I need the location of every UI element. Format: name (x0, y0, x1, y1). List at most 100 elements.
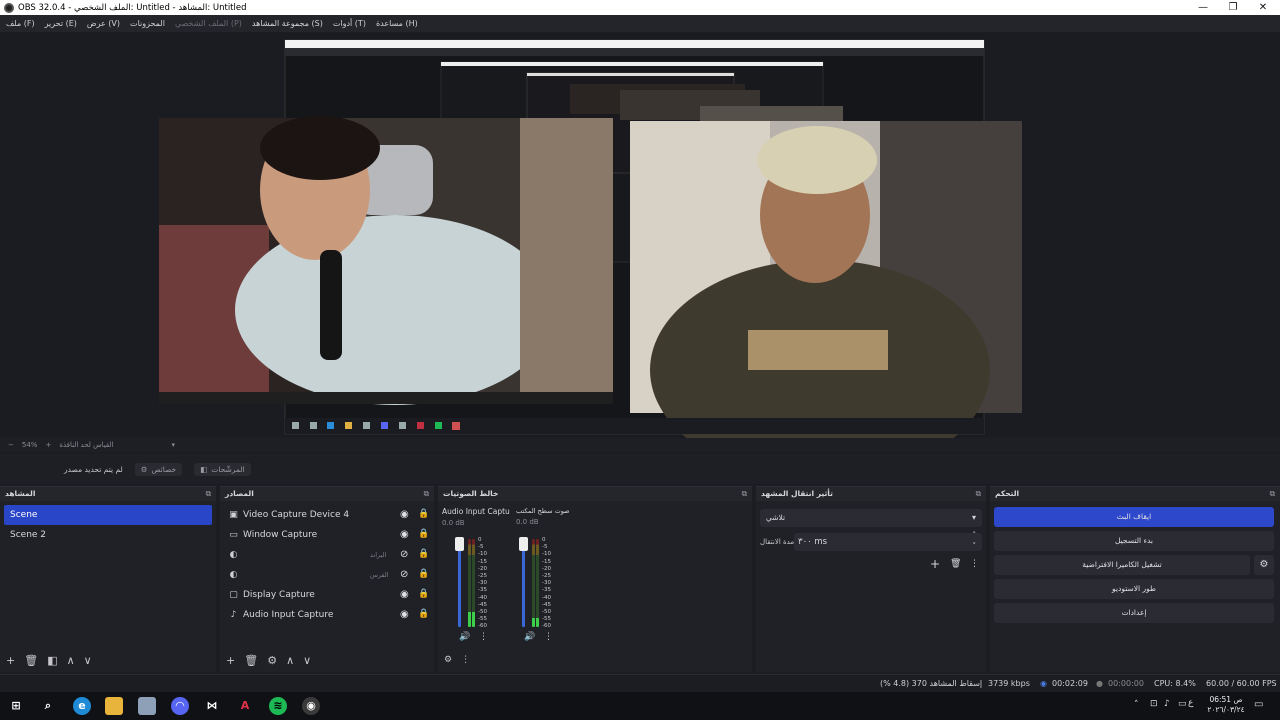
undock-icon[interactable]: ⧉ (1270, 487, 1275, 501)
add-source-icon[interactable]: + (226, 654, 235, 667)
lock-icon[interactable]: 🔒 (418, 529, 429, 539)
windows-start-icon[interactable]: ⊞ (7, 697, 25, 715)
preview-canvas (159, 39, 1022, 480)
properties-button[interactable]: ⚙ خصائص (134, 462, 183, 476)
filters-label: المرشّحات (211, 464, 245, 474)
move-up-icon[interactable]: ∧ (286, 654, 294, 667)
notifications-icon[interactable]: ▭ (1254, 699, 1263, 710)
channel-menu-icon[interactable]: ⋮ (479, 632, 488, 642)
source-properties-icon[interactable]: ⚙ (267, 654, 277, 667)
lock-icon[interactable]: 🔒 (418, 609, 429, 619)
mixer-menu-icon[interactable]: ⋮ (461, 655, 470, 665)
menu-scene-collection[interactable]: مجموعة المشاهد (S) (252, 19, 323, 28)
source-item[interactable]: ▢ Display Capture ◉ 🔒 (220, 585, 434, 605)
volume-slider[interactable] (458, 539, 461, 627)
transition-type-select[interactable]: تلاشي ▾ (760, 509, 982, 527)
eye-hidden-icon[interactable]: ⊘ (400, 549, 408, 560)
move-up-icon[interactable]: ∧ (67, 654, 75, 667)
menu-file[interactable]: ملف (F) (6, 19, 35, 28)
volume-slider[interactable] (522, 539, 525, 627)
stop-streaming-button[interactable]: ايقاف البث (994, 507, 1274, 527)
transition-menu-icon[interactable]: ⋮ (970, 559, 979, 569)
settings-button[interactable]: إعدادات (994, 603, 1274, 623)
start-virtual-camera-button[interactable]: تشغيل الكاميرا الافتراضية (994, 555, 1250, 575)
studio-mode-button[interactable]: طور الاستوديو (994, 579, 1274, 599)
tray-chevron-icon[interactable]: ˄ (1134, 700, 1139, 710)
eye-hidden-icon[interactable]: ⊘ (400, 569, 408, 580)
menu-edit[interactable]: تحرير (E) (45, 19, 77, 28)
zoom-dropdown-icon[interactable]: ▾ (172, 441, 176, 449)
network-icon[interactable]: ⊡ (1150, 699, 1158, 709)
menu-view[interactable]: عرض (V) (87, 19, 120, 28)
source-item[interactable]: ♪ Audio Input Capture ◉ 🔒 (220, 605, 434, 625)
maximize-button[interactable]: ❐ (1216, 0, 1250, 15)
lock-icon[interactable]: 🔒 (418, 549, 429, 559)
minimize-button[interactable]: — (1186, 0, 1220, 15)
menu-help[interactable]: مساعدة (H) (376, 19, 418, 28)
add-transition-icon[interactable]: + (930, 557, 940, 571)
bitrate: 3739 kbps (988, 679, 1030, 688)
source-item[interactable]: ◐ البراند ⊘ 🔒 (220, 545, 434, 565)
undock-icon[interactable]: ⧉ (742, 487, 747, 501)
menu-tools[interactable]: أدوات (T) (333, 19, 366, 28)
mute-speaker-icon[interactable]: 🔊 (459, 632, 470, 642)
lock-icon[interactable]: 🔒 (418, 589, 429, 599)
scene-filters-icon[interactable]: ◧ (47, 654, 57, 667)
browser-icon: ◐ (229, 569, 238, 580)
level-meter (536, 539, 539, 627)
move-down-icon[interactable]: ∨ (84, 654, 92, 667)
clock[interactable]: 06:51 ص ٢٠٢٦/٠٣/٢٤ (1206, 695, 1246, 715)
menu-profile[interactable]: الملف الشخصي (P) (175, 19, 242, 28)
battery-icon[interactable]: ▭ (1178, 699, 1187, 709)
channel-menu-icon[interactable]: ⋮ (544, 632, 553, 642)
language-indicator[interactable]: ع (1188, 698, 1193, 708)
undock-icon[interactable]: ⧉ (976, 487, 981, 501)
status-bar: إسقاط المشاهد 370 (4.8 %) 3739 kbps ◉ 00… (0, 674, 1280, 692)
source-item[interactable]: ◐ الفرس ⊘ 🔒 (220, 565, 434, 585)
volume-icon[interactable]: ♪ (1164, 699, 1170, 709)
virtual-camera-settings-icon[interactable]: ⚙ (1254, 555, 1274, 575)
undock-icon[interactable]: ⧉ (206, 487, 211, 501)
eye-icon[interactable]: ◉ (400, 509, 409, 520)
window-icon: ▭ (229, 529, 238, 540)
spotify-icon[interactable]: ≋ (269, 697, 287, 715)
volume-slider-handle[interactable] (519, 537, 528, 551)
source-item[interactable]: ▣ Video Capture Device 4 ◉ 🔒 (220, 505, 434, 525)
obs-taskbar-icon[interactable]: ◉ (302, 697, 320, 715)
add-scene-icon[interactable]: + (6, 654, 15, 667)
duration-spinbox[interactable]: ٣٠٠ ms ˄ ˅ (794, 530, 982, 552)
discord-icon[interactable]: ◠ (171, 697, 189, 715)
scene-item[interactable]: Scene 2 (4, 525, 212, 545)
spin-arrows-icon[interactable]: ˄ ˅ (973, 530, 977, 552)
app-icon[interactable] (138, 697, 156, 715)
mute-speaker-icon[interactable]: 🔊 (524, 632, 535, 642)
advanced-audio-icon[interactable]: ⚙ (444, 655, 452, 665)
move-down-icon[interactable]: ∨ (303, 654, 311, 667)
close-button[interactable]: ✕ (1246, 0, 1280, 15)
eye-icon[interactable]: ◉ (400, 609, 409, 620)
edge-browser-icon[interactable]: e (73, 697, 91, 715)
scene-item[interactable]: Scene (4, 505, 212, 525)
fit-to-window-button[interactable]: القياس لحد النافذة (59, 441, 113, 449)
zoom-out-button[interactable]: − (8, 441, 14, 449)
remove-source-icon[interactable]: 🗑 (244, 654, 258, 667)
volume-slider-handle[interactable] (455, 537, 464, 551)
search-icon[interactable]: ⌕ (39, 697, 57, 715)
app-a-icon[interactable]: A (236, 697, 254, 715)
menu-docks[interactable]: المحزونات (130, 19, 165, 28)
remove-transition-icon[interactable]: 🗑 (950, 559, 961, 569)
start-recording-button[interactable]: بدء التسجيل (994, 531, 1274, 551)
source-item[interactable]: ▭ Window Capture ◉ 🔒 (220, 525, 434, 545)
filters-button[interactable]: ◧ المرشّحات (194, 462, 251, 476)
preview-area[interactable] (0, 32, 1280, 480)
remove-scene-icon[interactable]: 🗑 (24, 654, 38, 667)
eye-icon[interactable]: ◉ (400, 589, 409, 600)
file-explorer-icon[interactable] (105, 697, 123, 715)
source-name: Display Capture (243, 590, 315, 600)
zoom-in-button[interactable]: + (45, 441, 51, 449)
undock-icon[interactable]: ⧉ (424, 487, 429, 501)
lock-icon[interactable]: 🔒 (418, 509, 429, 519)
eye-icon[interactable]: ◉ (400, 529, 409, 540)
capcut-icon[interactable]: ⋈ (203, 697, 221, 715)
lock-icon[interactable]: 🔒 (418, 569, 429, 579)
